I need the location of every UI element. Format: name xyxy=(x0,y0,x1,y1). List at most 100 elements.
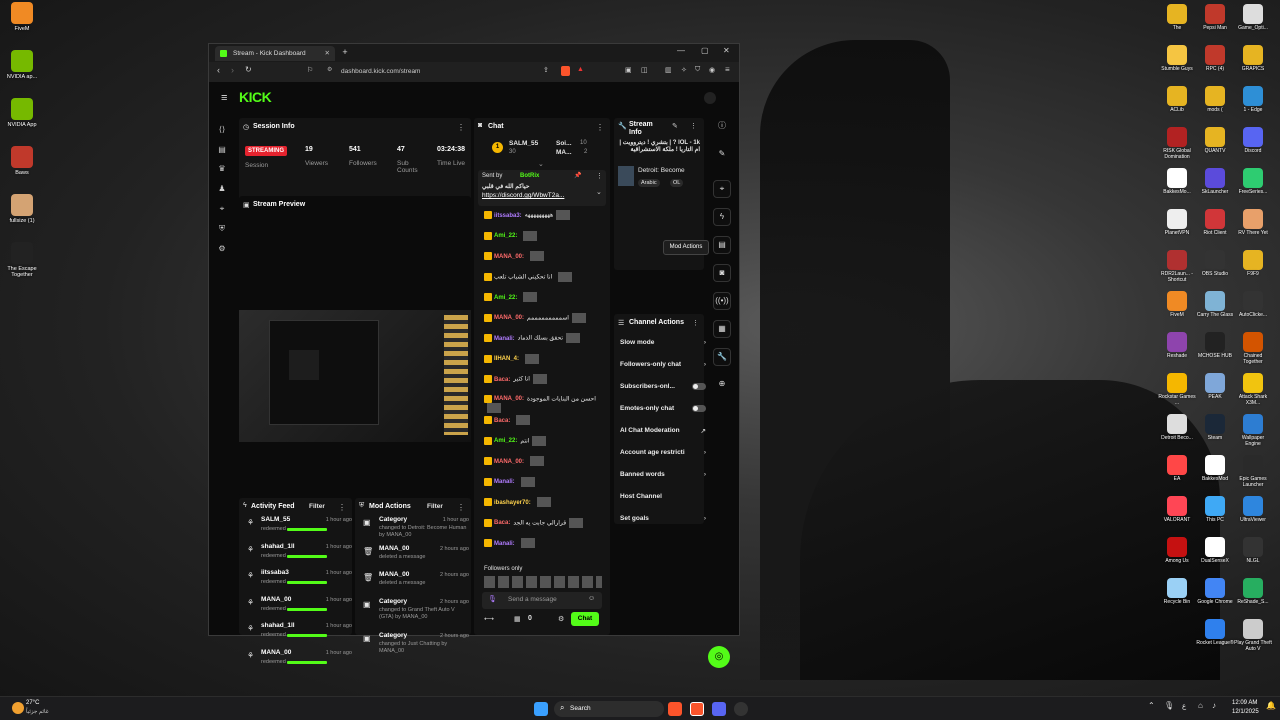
activity-item[interactable]: ⚘ shahad_1ll 1 hour ago redeemed xyxy=(247,543,352,567)
desktop-icon[interactable]: mods ( xyxy=(1196,86,1234,114)
chat-message[interactable]: Ami_22: xyxy=(484,230,604,241)
desktop-icon[interactable]: Stumble Guys xyxy=(1158,45,1196,73)
clock-time[interactable]: 12:09 AM xyxy=(1232,700,1257,706)
mic-tray-icon[interactable]: 🎙 xyxy=(1164,701,1174,710)
rewards-icon[interactable]: ▲ xyxy=(577,66,584,73)
activity-filter[interactable]: Filter xyxy=(309,503,325,510)
connections-icon[interactable]: ⟷ xyxy=(484,615,494,623)
desktop-icon[interactable]: PEAK xyxy=(1196,373,1234,401)
lang-indicator[interactable]: ع xyxy=(1182,702,1186,710)
desktop-icon[interactable]: MCHOSE HUB xyxy=(1196,332,1234,360)
brave-taskbar-icon[interactable] xyxy=(668,702,682,716)
pin-icon[interactable]: 📌 xyxy=(574,172,581,179)
chat-more-icon[interactable]: ⋮ xyxy=(596,123,604,132)
windows-start-icon[interactable] xyxy=(534,702,548,716)
desktop-icon[interactable]: NLGL xyxy=(1234,537,1272,565)
channel-action-2[interactable]: Subscribers-onl... xyxy=(620,383,706,390)
mod-action-item[interactable]: 🗑 MANA_00 2 hours ago deleted a message xyxy=(361,571,469,601)
chat-message[interactable]: MANA_00: احسن من البنايات الموجودة xyxy=(484,394,604,414)
desktop-icon[interactable]: RPC (4) xyxy=(1196,45,1234,73)
desktop-icon[interactable] xyxy=(1158,619,1196,641)
desktop-icon[interactable]: Carry The Glass xyxy=(1196,291,1234,319)
chat-message[interactable]: Ami_22: انتم xyxy=(484,435,604,446)
chat-message[interactable]: Baca: xyxy=(484,415,604,425)
desktop-icon[interactable]: UltraViewer xyxy=(1234,496,1272,524)
wallet-icon[interactable]: ◉ xyxy=(709,66,715,74)
lightning-rail-icon[interactable]: ϟ xyxy=(713,208,731,226)
desktop-icon[interactable]: F9F9 xyxy=(1234,250,1272,278)
chat-message[interactable]: iitssaba3: هههههههههه xyxy=(484,210,604,220)
channel-action-1[interactable]: Followers-only chat › xyxy=(620,361,706,368)
users-nav-icon[interactable]: ♟ xyxy=(217,184,227,194)
target-nav-icon[interactable]: ⌖ xyxy=(217,204,227,214)
channel-action-4[interactable]: AI Chat Moderation ↗ xyxy=(620,427,706,435)
desktop-icon[interactable]: FiveM xyxy=(0,2,44,32)
chat-input[interactable]: 🎙 Send a message ☺ xyxy=(482,592,602,609)
back-icon[interactable]: ‹ xyxy=(217,65,220,75)
desktop-icon[interactable]: SkLauncher xyxy=(1196,168,1234,196)
desktop-icon[interactable]: 1 - Edge xyxy=(1234,86,1272,114)
expand-leaderboard-icon[interactable]: ⌄ xyxy=(538,160,544,168)
channel-action-7[interactable]: Host Channel xyxy=(620,493,706,500)
mic-icon[interactable]: 🎙 xyxy=(488,595,497,603)
tray-chevron-icon[interactable]: ⌃ xyxy=(1148,701,1155,710)
mod-action-item[interactable]: ▣ Category 1 hour ago changed to Detroit: B… xyxy=(361,516,469,546)
wrench-rail-icon[interactable]: 🔧 xyxy=(713,348,731,366)
channel-action-5[interactable]: Account age restricti › xyxy=(620,449,706,456)
support-bubble-icon[interactable]: ◎ xyxy=(708,646,730,668)
chat-message[interactable]: Manali: xyxy=(484,476,604,487)
session-more-icon[interactable]: ⋮ xyxy=(457,123,465,132)
desktop-icon[interactable]: Recycle Bin xyxy=(1158,578,1196,606)
shield-nav-icon[interactable]: ⛨ xyxy=(217,224,227,234)
target-rail-icon[interactable]: ⌖ xyxy=(713,180,731,198)
screenshot-icon[interactable]: ◫ xyxy=(641,66,648,74)
desktop-icon[interactable]: BakkesMo... xyxy=(1158,168,1196,196)
chat-message[interactable]: IIHAN_4: xyxy=(484,353,604,364)
desktop-icon[interactable]: Riot Client xyxy=(1196,209,1234,237)
pinned-more-icon[interactable]: ⋮ xyxy=(596,172,603,180)
desktop-icon[interactable]: QUANTV xyxy=(1196,127,1234,155)
desktop-icon[interactable]: Reshade xyxy=(1158,332,1196,360)
network-icon[interactable]: ⌂ xyxy=(1198,701,1203,710)
table-rail-icon[interactable]: ▦ xyxy=(713,320,731,338)
volume-icon[interactable]: ♪ xyxy=(1212,701,1216,710)
chat-settings-icon[interactable]: ⚙ xyxy=(558,615,564,623)
desktop-icon[interactable]: ACLib xyxy=(1158,86,1196,114)
desktop-icon[interactable]: Google Chrome xyxy=(1196,578,1234,606)
tab-kick-dashboard[interactable]: Stream - Kick Dashboard ✕ xyxy=(215,46,335,61)
chat-rail-icon[interactable]: ◙ xyxy=(713,264,731,282)
obs-taskbar-icon[interactable] xyxy=(734,702,748,716)
desktop-icon[interactable]: ReShade_S... xyxy=(1234,578,1272,606)
desktop-icon[interactable]: RV There Yet xyxy=(1234,209,1272,237)
extensions-icon[interactable]: ✧ xyxy=(681,66,687,74)
desktop-icon[interactable]: Discord xyxy=(1234,127,1272,155)
desktop-icon[interactable]: Detroit Beco... xyxy=(1158,414,1196,442)
pencil-icon[interactable]: ✎ xyxy=(713,146,731,164)
stream-info-more-icon[interactable]: ⋮ xyxy=(690,122,697,130)
bookmark-icon[interactable]: ⚐ xyxy=(307,66,313,74)
share-icon[interactable]: ⇪ xyxy=(543,66,549,74)
desktop-icon[interactable]: FreeSeries... xyxy=(1234,168,1272,196)
desktop-icon[interactable]: NVIDIA ap... xyxy=(0,50,44,80)
clock-date[interactable]: 12/1/2025 xyxy=(1232,709,1259,715)
desktop-icon[interactable]: Steam xyxy=(1196,414,1234,442)
hamburger-menu-icon[interactable]: ≡ xyxy=(221,92,227,104)
weather-icon[interactable] xyxy=(12,702,24,714)
discord-taskbar-icon[interactable] xyxy=(712,702,726,716)
desktop-icon[interactable]: Epic Games Launcher xyxy=(1234,455,1272,489)
channel-action-8[interactable]: Set goals › xyxy=(620,515,706,522)
desktop-icon[interactable]: OBS Studio xyxy=(1196,250,1234,278)
chat-message[interactable]: Baca: انا كثير xyxy=(484,374,604,384)
desktop-icon[interactable]: fullsize (1) xyxy=(0,194,44,224)
desktop-icon[interactable]: DualSenseX xyxy=(1196,537,1234,565)
stream-video[interactable] xyxy=(239,310,471,442)
info-icon[interactable]: ⓘ xyxy=(713,118,731,136)
desktop-icon[interactable]: Among Us xyxy=(1158,537,1196,565)
desktop-icon[interactable]: NVIDIA App xyxy=(0,98,44,128)
chat-message[interactable]: Manali: xyxy=(484,538,604,548)
emoji-icon[interactable]: ☺ xyxy=(588,595,595,602)
activity-item[interactable]: ⚘ MANA_00 1 hour ago redeemed xyxy=(247,649,352,673)
vpn-icon[interactable]: ⛉ xyxy=(695,66,700,74)
activity-item[interactable]: ⚘ shahad_1ll 1 hour ago redeemed xyxy=(247,622,352,646)
taskbar-search[interactable]: ⌕ Search xyxy=(554,701,664,717)
